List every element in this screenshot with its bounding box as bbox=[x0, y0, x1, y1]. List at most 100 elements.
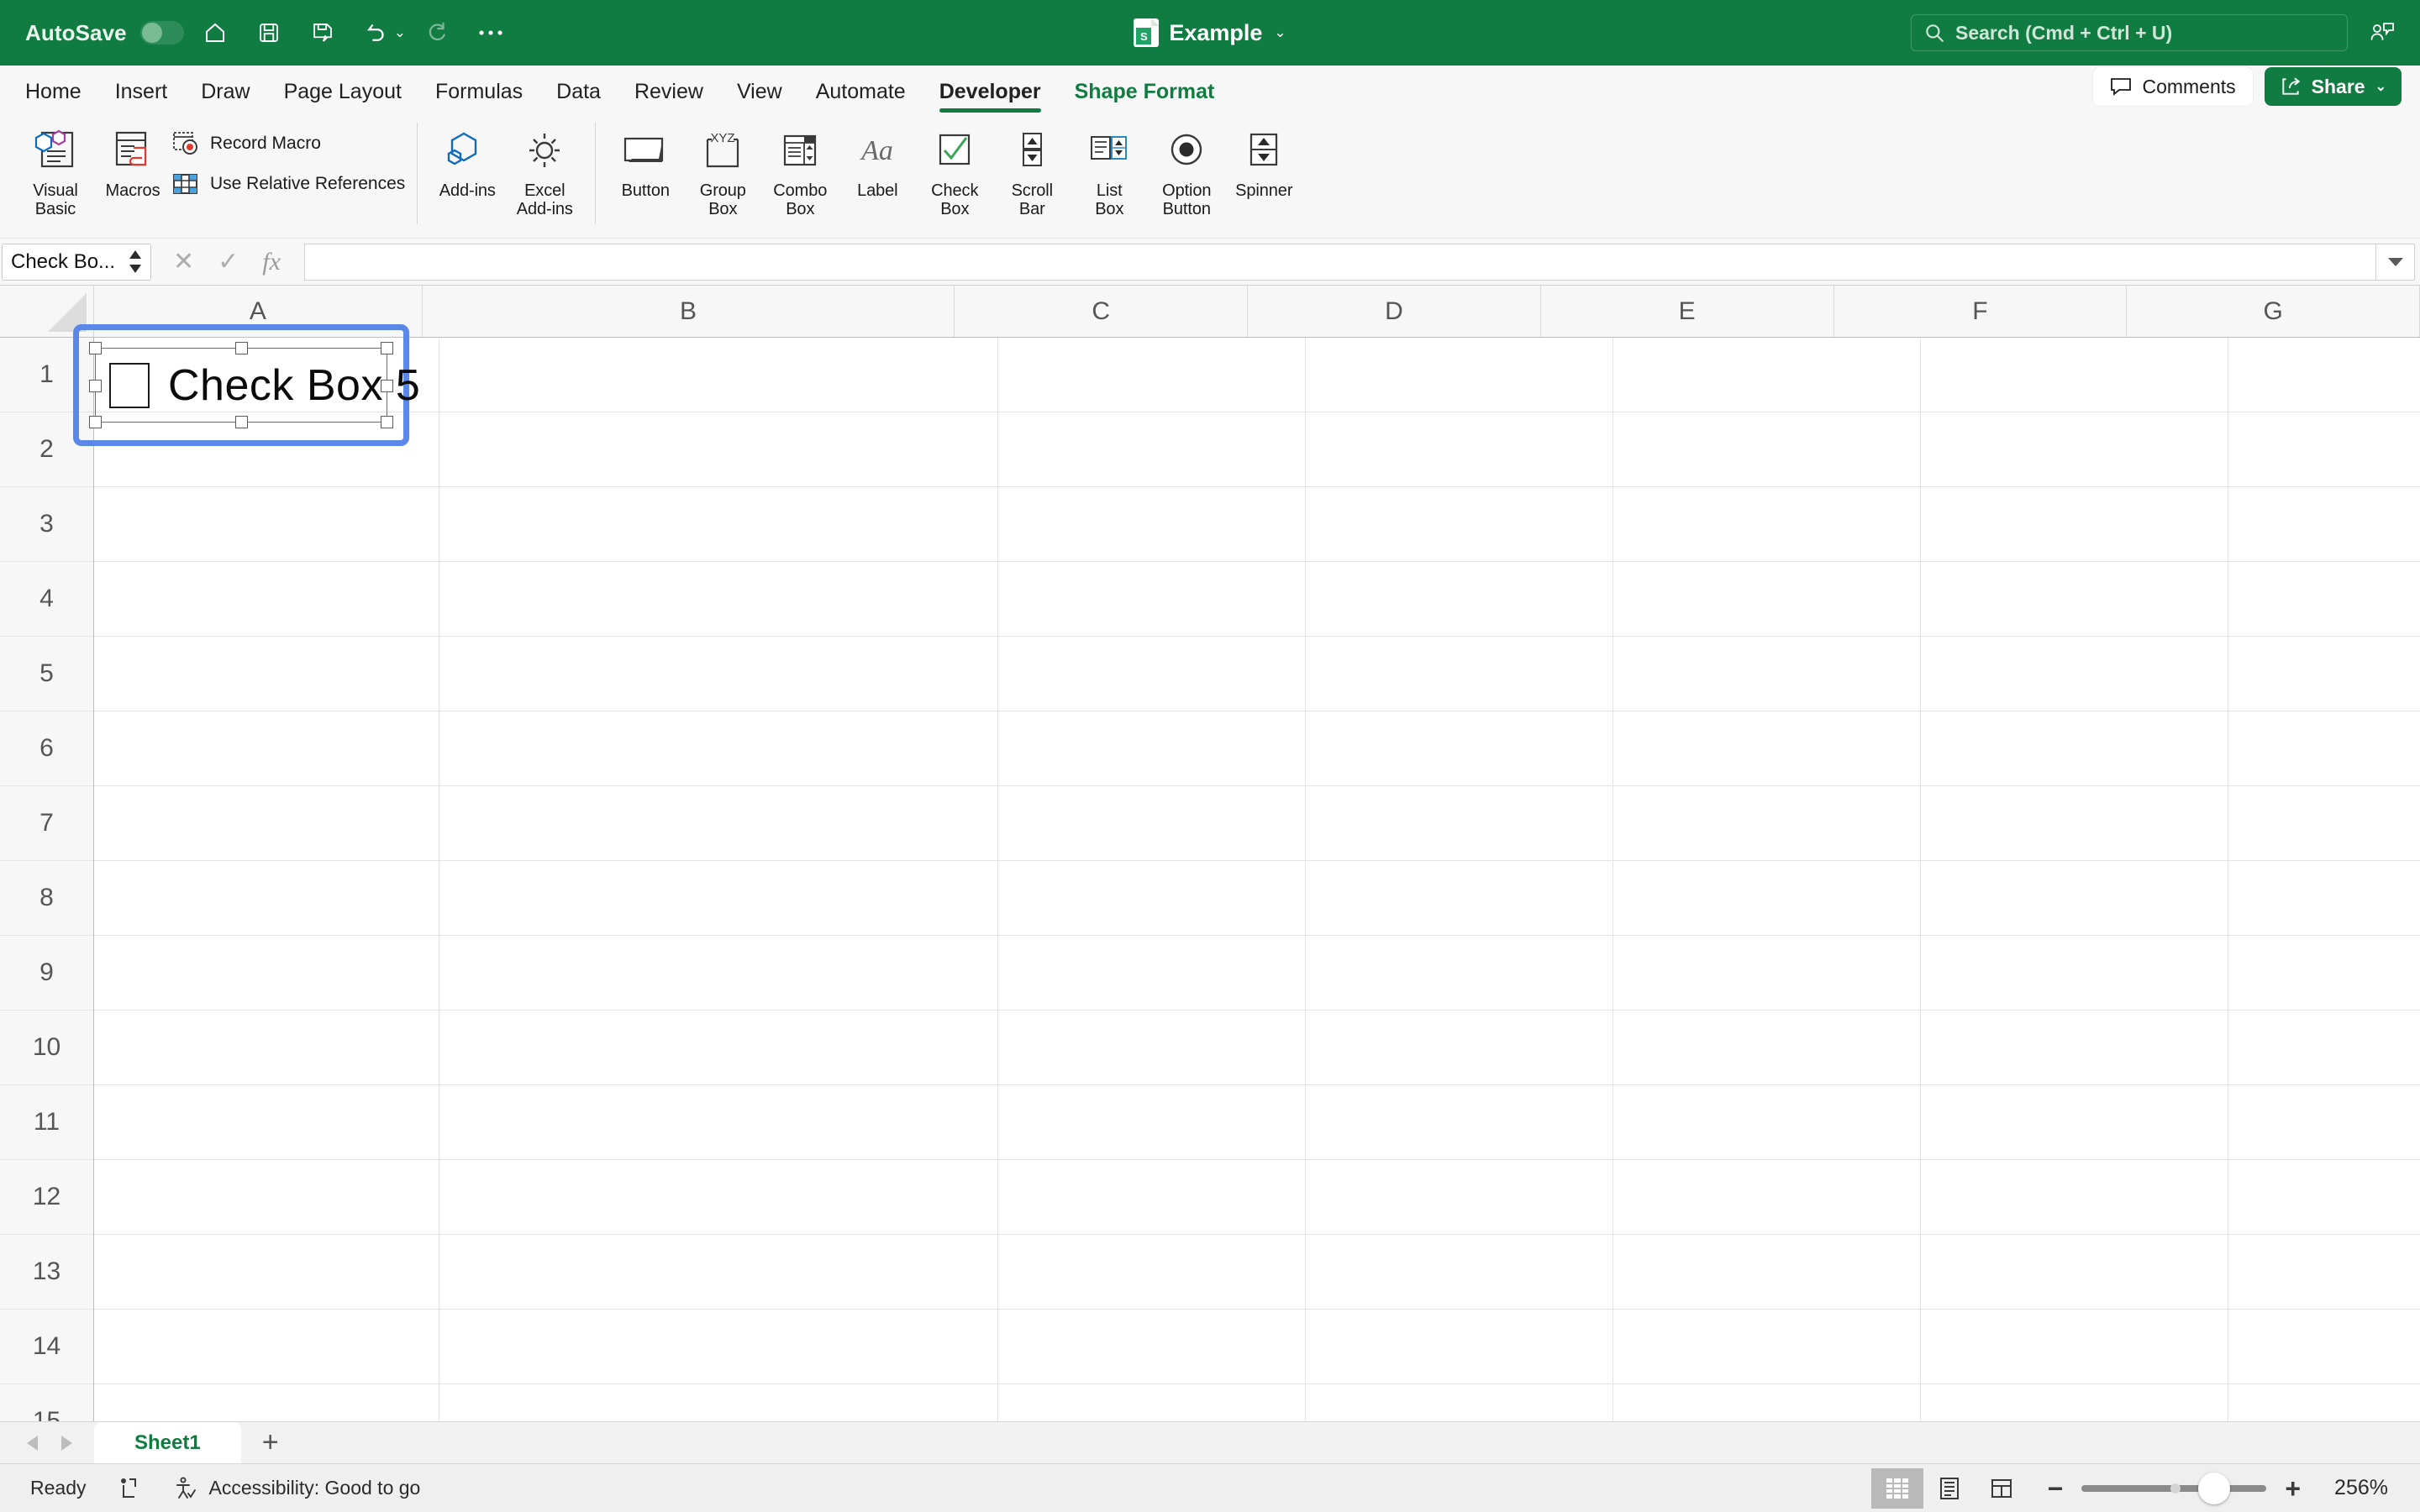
sheet-next-icon[interactable] bbox=[57, 1433, 76, 1453]
row-header-4[interactable]: 4 bbox=[0, 562, 93, 637]
zoom-level[interactable]: 256% bbox=[2319, 1476, 2412, 1500]
row-header-8[interactable]: 8 bbox=[0, 861, 93, 936]
row-header-7[interactable]: 7 bbox=[0, 786, 93, 861]
tab-draw[interactable]: Draw bbox=[184, 81, 266, 113]
home-icon[interactable] bbox=[192, 10, 238, 55]
macros-button[interactable]: Macros bbox=[94, 119, 171, 200]
record-macro-button[interactable]: Record Macro bbox=[171, 129, 405, 158]
column-header-d[interactable]: D bbox=[1248, 286, 1541, 337]
checkbox-object[interactable]: Check Box 5 bbox=[79, 330, 420, 440]
normal-view-button[interactable] bbox=[1870, 1467, 1923, 1509]
tab-page-layout[interactable]: Page Layout bbox=[267, 81, 418, 113]
option-button-control[interactable]: Option Button bbox=[1148, 119, 1225, 219]
macro-record-icon[interactable] bbox=[118, 1476, 141, 1501]
page-layout-view-button[interactable] bbox=[1923, 1468, 1975, 1509]
tab-automate[interactable]: Automate bbox=[799, 81, 923, 113]
spinner-control[interactable]: Spinner bbox=[1225, 119, 1302, 200]
row-header-11[interactable]: 11 bbox=[0, 1085, 93, 1160]
column-header-e[interactable]: E bbox=[1540, 286, 1834, 337]
check-box-icon bbox=[931, 124, 978, 176]
column-header-g[interactable]: G bbox=[2127, 286, 2420, 337]
resize-handle-e[interactable] bbox=[381, 379, 393, 392]
resize-handle-sw[interactable] bbox=[89, 416, 102, 428]
sheet-tab-sheet1[interactable]: Sheet1 bbox=[94, 1422, 241, 1463]
excel-window: AutoSave ⌄ S Example ⌄ Search (Cmd + Ctr… bbox=[0, 0, 2420, 1512]
visual-basic-button[interactable]: Visual Basic bbox=[17, 119, 94, 219]
formula-bar-expand-button[interactable] bbox=[2376, 243, 2415, 281]
tab-insert[interactable]: Insert bbox=[98, 81, 185, 113]
save-as-icon[interactable] bbox=[300, 10, 345, 55]
cancel-icon[interactable]: ✕ bbox=[173, 247, 194, 276]
button-control[interactable]: Button bbox=[607, 119, 684, 200]
cell-area[interactable]: Check Box 5 bbox=[73, 324, 2420, 1421]
row-header-6[interactable]: 6 bbox=[0, 711, 93, 786]
tab-home[interactable]: Home bbox=[8, 81, 98, 113]
accessibility-status[interactable]: Accessibility: Good to go bbox=[208, 1477, 420, 1499]
use-relative-references-button[interactable]: Use Relative References bbox=[171, 170, 405, 198]
zoom-in-button[interactable]: + bbox=[2285, 1475, 2301, 1502]
row-header-15[interactable]: 15 bbox=[0, 1384, 93, 1421]
row-header-9[interactable]: 9 bbox=[0, 936, 93, 1011]
tab-formulas[interactable]: Formulas bbox=[418, 81, 539, 113]
combo-box-control[interactable]: Combo Box bbox=[761, 119, 839, 219]
resize-handle-n[interactable] bbox=[235, 342, 248, 354]
group-box-control[interactable]: XYZ Group Box bbox=[684, 119, 761, 219]
row-header-13[interactable]: 13 bbox=[0, 1235, 93, 1310]
list-box-control[interactable]: List Box bbox=[1071, 119, 1148, 219]
resize-handle-w[interactable] bbox=[89, 379, 102, 392]
name-box[interactable]: Check Bo... bbox=[2, 243, 151, 281]
svg-text:Aa: Aa bbox=[860, 135, 893, 166]
page-break-view-button[interactable] bbox=[1975, 1468, 2028, 1509]
add-sheet-button[interactable]: + bbox=[241, 1422, 300, 1463]
resize-handle-se[interactable] bbox=[381, 416, 393, 428]
row-header-12[interactable]: 12 bbox=[0, 1160, 93, 1235]
document-title-button[interactable]: S Example ⌄ bbox=[1134, 18, 1286, 47]
save-icon[interactable] bbox=[246, 10, 292, 55]
fx-icon[interactable]: fx bbox=[262, 248, 281, 276]
column-header-b[interactable]: B bbox=[422, 286, 955, 337]
share-button[interactable]: Share ⌄ bbox=[2264, 67, 2402, 106]
undo-icon[interactable] bbox=[354, 10, 399, 55]
zoom-out-button[interactable]: − bbox=[2048, 1475, 2064, 1502]
formula-input[interactable] bbox=[303, 243, 2376, 281]
more-options-icon[interactable] bbox=[468, 10, 513, 55]
zoom-slider-knob[interactable] bbox=[2197, 1472, 2230, 1504]
addins-button[interactable]: Add-ins bbox=[429, 119, 506, 200]
row-header-10[interactable]: 10 bbox=[0, 1011, 93, 1085]
check-box-control[interactable]: Check Box bbox=[916, 119, 993, 219]
enter-icon[interactable]: ✓ bbox=[218, 247, 239, 276]
resize-handle-s[interactable] bbox=[235, 416, 248, 428]
zoom-slider[interactable] bbox=[2081, 1472, 2267, 1504]
resize-handle-ne[interactable] bbox=[381, 342, 393, 354]
worksheet-grid[interactable]: A B C D E F G 1 2 3 4 5 6 7 8 9 10 11 12… bbox=[0, 286, 2420, 1421]
selected-object-outline[interactable]: Check Box 5 bbox=[73, 324, 420, 446]
excel-addins-button[interactable]: Excel Add-ins bbox=[506, 119, 583, 219]
scroll-bar-control[interactable]: Scroll Bar bbox=[993, 119, 1071, 219]
row-header-14[interactable]: 14 bbox=[0, 1310, 93, 1384]
tab-review[interactable]: Review bbox=[618, 81, 720, 113]
group-box-icon: XYZ bbox=[699, 124, 746, 176]
row-header-5[interactable]: 5 bbox=[0, 637, 93, 711]
share-chevron-down-icon[interactable]: ⌄ bbox=[2375, 78, 2386, 95]
column-header-c[interactable]: C bbox=[955, 286, 1249, 337]
checkbox-square-icon[interactable] bbox=[109, 362, 150, 408]
checkbox-control[interactable]: Check Box 5 bbox=[109, 330, 420, 440]
name-box-stepper[interactable] bbox=[127, 249, 147, 275]
sheet-prev-icon[interactable] bbox=[24, 1433, 42, 1453]
tab-developer[interactable]: Developer bbox=[923, 81, 1058, 113]
label-control[interactable]: Aa Label bbox=[839, 119, 916, 200]
comments-button[interactable]: Comments bbox=[2093, 67, 2253, 106]
resize-handle-nw[interactable] bbox=[89, 342, 102, 354]
row-header-3[interactable]: 3 bbox=[0, 487, 93, 562]
column-header-f[interactable]: F bbox=[1833, 286, 2128, 337]
undo-dropdown-caret-icon[interactable]: ⌄ bbox=[394, 24, 406, 41]
people-comment-icon[interactable] bbox=[2360, 10, 2405, 55]
autosave-toggle[interactable] bbox=[139, 21, 184, 45]
accessibility-icon[interactable] bbox=[173, 1476, 198, 1501]
visual-basic-icon bbox=[31, 124, 80, 176]
tab-data[interactable]: Data bbox=[539, 81, 618, 113]
tab-shape-format[interactable]: Shape Format bbox=[1058, 81, 1232, 113]
search-input[interactable]: Search (Cmd + Ctrl + U) bbox=[1911, 14, 2348, 51]
tab-view[interactable]: View bbox=[720, 81, 799, 113]
chevron-down-icon[interactable]: ⌄ bbox=[1274, 24, 1286, 41]
